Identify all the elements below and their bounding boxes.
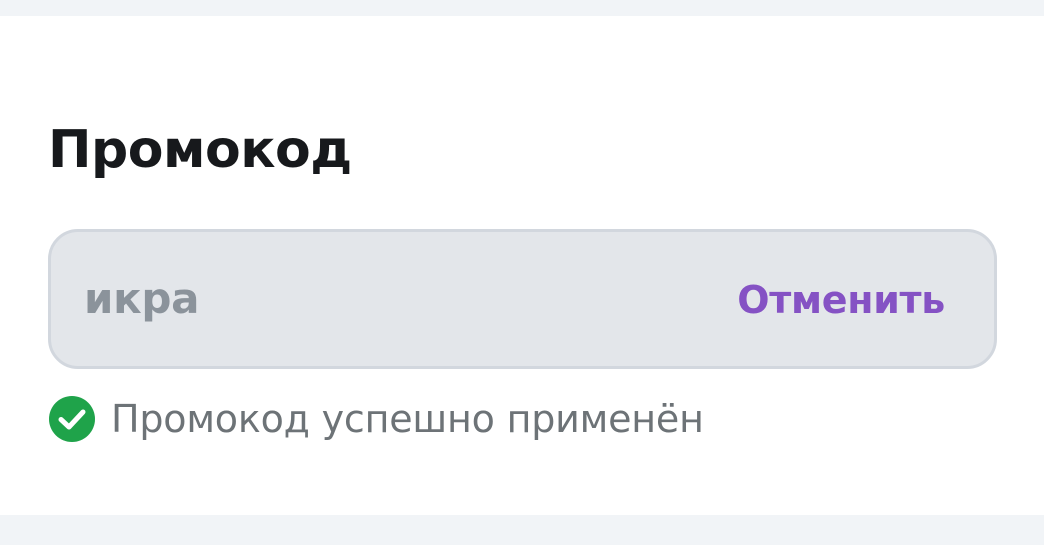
promo-title: Промокод — [48, 120, 352, 180]
promo-status: Промокод успешно применён — [48, 394, 704, 444]
promo-code-value[interactable]: икра — [84, 272, 199, 326]
promo-card: Промокод икра Отменить Промокод успешно … — [0, 16, 1044, 515]
cancel-promo-button[interactable]: Отменить — [737, 276, 945, 324]
promo-status-text: Промокод успешно применён — [111, 397, 704, 441]
promo-code-field[interactable]: икра Отменить — [48, 229, 997, 369]
check-circle-icon — [48, 395, 96, 443]
